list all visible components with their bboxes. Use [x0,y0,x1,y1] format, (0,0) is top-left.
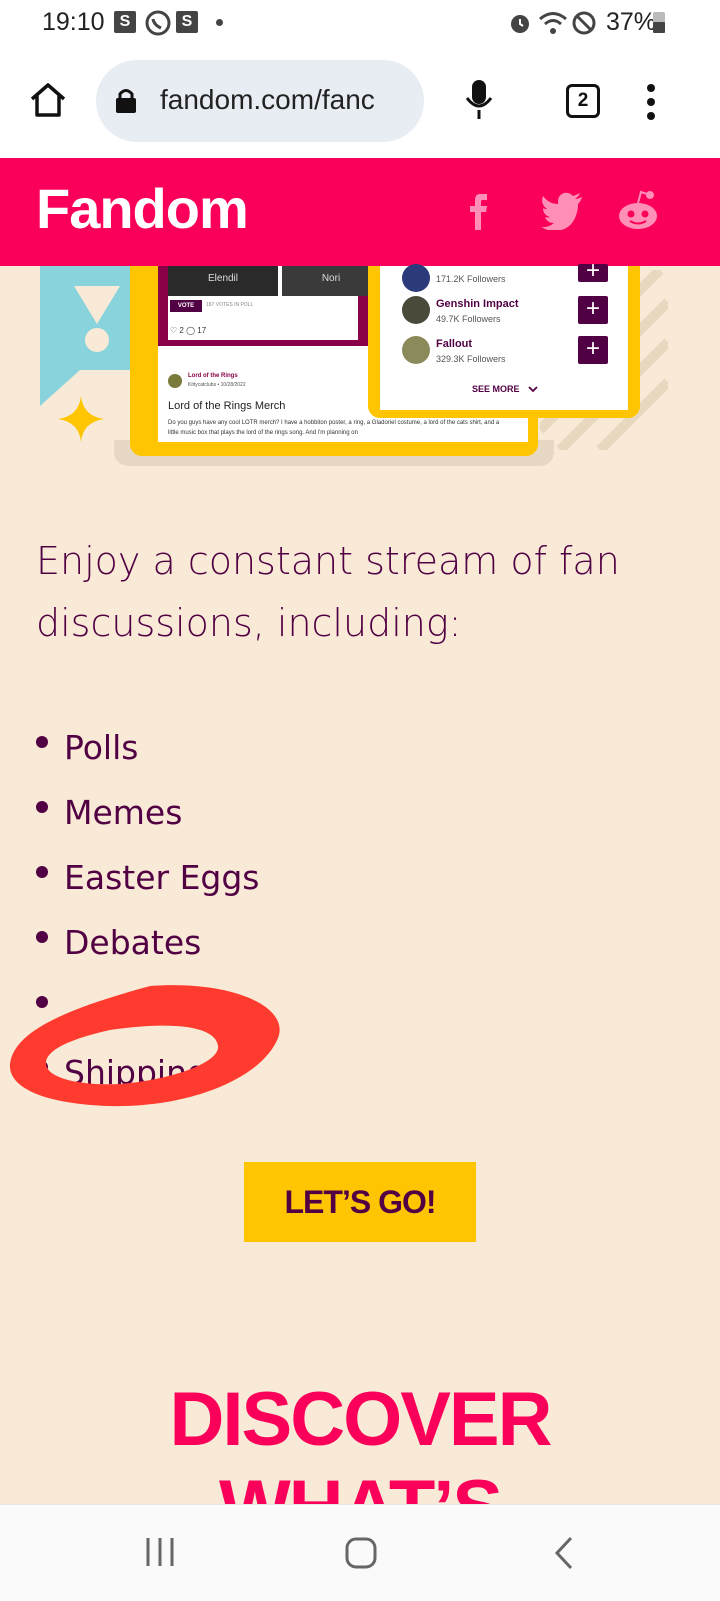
back-icon[interactable] [552,1536,576,1570]
url-text[interactable]: fandom.com/fanc [160,84,418,116]
list-item-label: Polls [64,728,139,767]
votes-count: 187 VOTES IN POLL [206,302,254,308]
post-community: Lord of the Rings [188,373,238,379]
status-bar: 19:10 S S 37% [0,0,720,48]
discover-heading-cut: WHAT’S [0,1468,720,1504]
twitter-icon[interactable] [540,192,584,230]
list-item-polls: Polls [36,728,138,767]
microphone-icon[interactable] [464,78,494,122]
red-circle-annotation [9,985,280,1107]
home-icon[interactable] [28,80,68,120]
battery-icon [653,12,665,33]
recent-apps-icon[interactable] [144,1536,178,1568]
post-author-date: Kittycatclubs • 10/28/2022 [188,382,246,388]
s-app-icon: S [114,11,136,33]
facebook-icon[interactable] [468,192,492,232]
poll-tile-elendil: Elendil [168,266,278,296]
post-body: Do you guys have any cool LOTR merch? I … [168,420,500,436]
community-followers-genshin: 49.7K Followers [436,314,501,324]
tab-switcher-button[interactable]: 2 [566,84,600,118]
do-not-disturb-icon [572,11,596,35]
battery-percent: 37% [606,8,657,36]
poll-tile-nori: Nori [282,266,380,296]
reddit-icon[interactable] [616,188,660,232]
community-followers-0: 171.2K Followers [436,274,506,284]
s-app-icon-2: S [176,11,198,33]
lock-icon [116,89,136,113]
community-avatar-genshin [402,296,430,324]
list-item-label: Debates [64,923,202,962]
list-item-label: Memes [64,793,183,832]
more-notifications-dot [216,19,223,26]
bullet [36,865,48,878]
follow-button-genshin: + [578,296,608,324]
community-avatar-fallout [402,336,430,364]
list-item-memes: Memes [36,793,182,832]
wifi-icon [539,12,567,34]
post-avatar [168,374,182,388]
community-name-fallout: Fallout [436,338,473,350]
bullet [36,930,48,943]
sparkle-icon [58,396,104,442]
chevron-down-icon [528,386,538,393]
bullet [36,735,48,748]
post-reactions: ♡ 2 ◯ 17 [170,326,207,335]
community-name-genshin: Genshin Impact [436,298,519,310]
bullet [36,800,48,813]
alarm-icon [511,15,529,33]
whatsapp-icon [145,10,171,36]
community-followers-fallout: 329.3K Followers [436,354,506,364]
follow-button-fallout: + [578,336,608,364]
follow-button-0: + [578,259,608,283]
see-more-link: SEE MORE [472,384,520,394]
vote-button: VOTE [170,300,202,312]
lets-go-button[interactable]: LET’S GO! [244,1162,476,1242]
post-title: Lord of the Rings Merch [168,400,286,412]
list-item-label: Easter Eggs [64,858,260,897]
list-item-easter-eggs: Easter Eggs [36,858,260,897]
more-options-icon[interactable] [644,82,658,122]
discover-heading: DISCOVER [169,1377,553,1462]
list-item-debates: Debates [36,923,201,962]
intro-text: Enjoy a constant stream of fan discussio… [36,539,620,645]
community-avatar-0 [402,264,430,292]
fandom-logo[interactable]: Fandom [36,176,249,241]
status-time: 19:10 [42,8,105,36]
home-nav-icon[interactable] [344,1536,378,1570]
